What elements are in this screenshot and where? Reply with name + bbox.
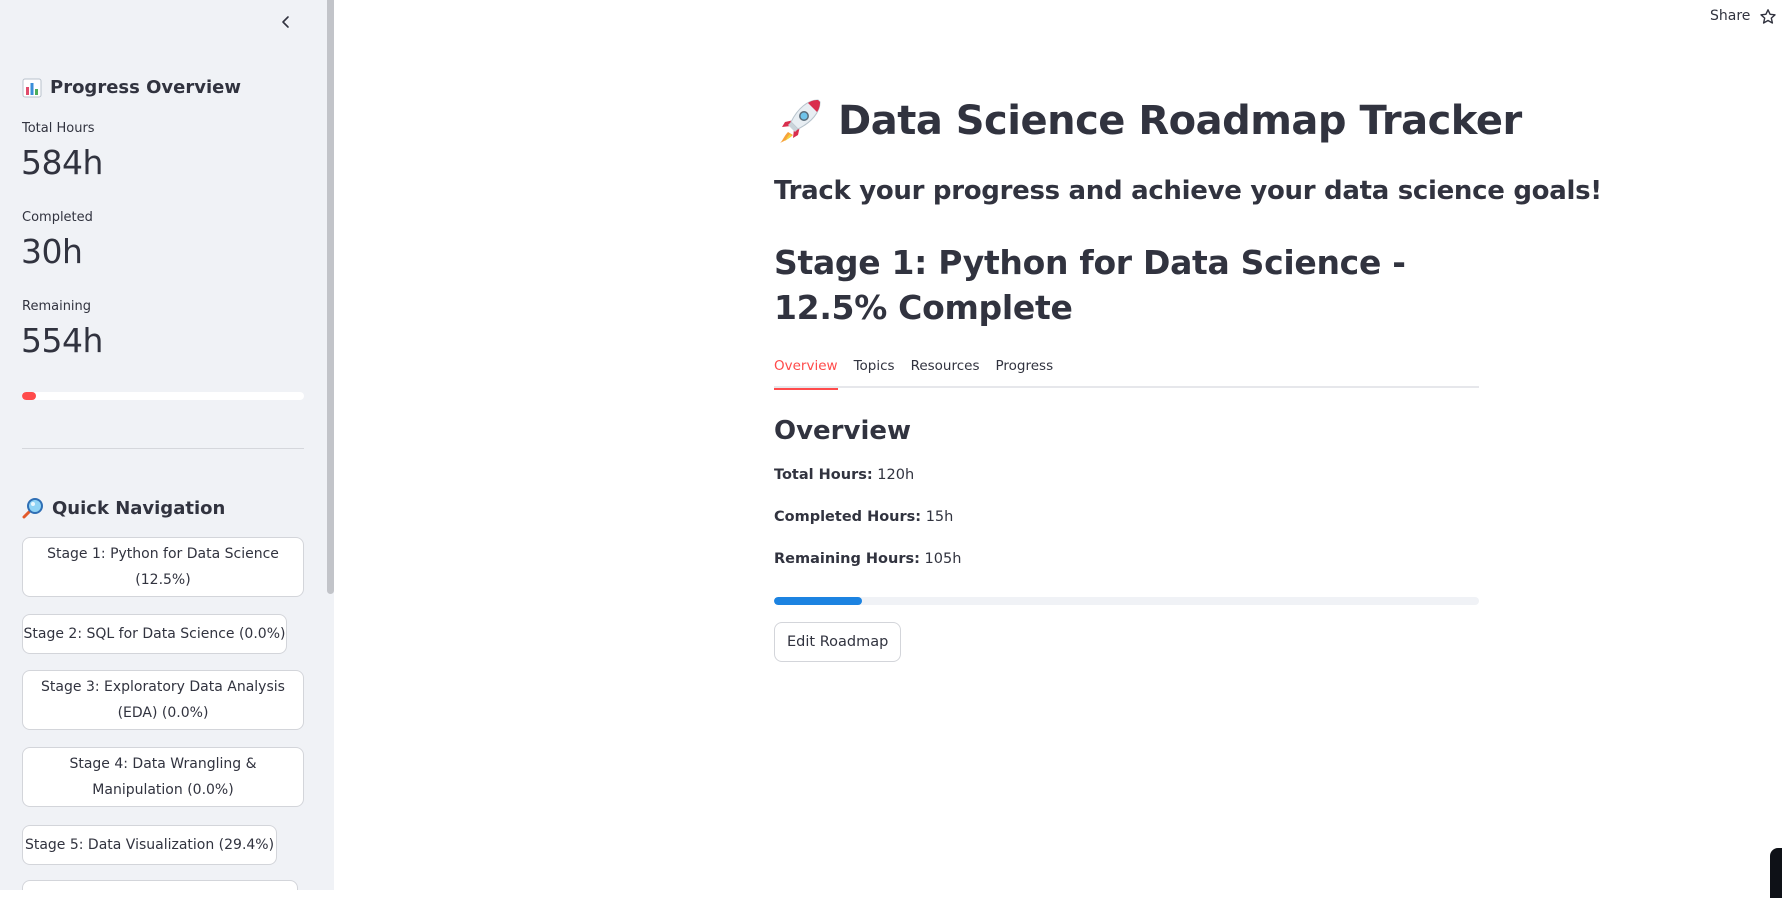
nav-stage-5-button[interactable]: Stage 5: Data Visualization (29.4%) [22, 825, 277, 865]
nav-stage-4-button[interactable]: Stage 4: Data Wrangling & Manipulation (… [22, 747, 304, 807]
metric-label-completed: Completed [22, 210, 93, 225]
page-title-text: Data Science Roadmap Tracker [838, 98, 1522, 144]
stage-tabs: Overview Topics Resources Progress [774, 348, 1479, 390]
corner-widget[interactable] [1770, 848, 1782, 898]
remaining-hours-label: Remaining Hours: [774, 551, 920, 567]
nav-stage-6-button-partial[interactable] [22, 880, 298, 890]
quick-navigation-header: Quick Navigation [22, 497, 225, 519]
metric-value-completed: 30h [21, 232, 83, 271]
metric-value-remaining: 554h [21, 321, 103, 360]
nav-stage-2-button[interactable]: Stage 2: SQL for Data Science (0.0%) [22, 614, 287, 654]
nav-stage-3-button[interactable]: Stage 3: Exploratory Data Analysis (EDA)… [22, 670, 304, 730]
collapse-sidebar-button[interactable] [274, 10, 298, 34]
tab-overview[interactable]: Overview [774, 348, 838, 390]
progress-overview-header: Progress Overview [22, 77, 241, 98]
rocket-icon [780, 99, 821, 143]
stage-heading: Stage 1: Python for Data Science - 12.5%… [774, 243, 1406, 327]
completed-hours-label: Completed Hours: [774, 509, 922, 525]
stage-progress-bar [774, 597, 1479, 605]
overall-progress-fill [22, 392, 37, 400]
metric-label-total: Total Hours [22, 121, 95, 136]
overview-heading: Overview [774, 416, 912, 446]
remaining-hours-value: 105h [924, 551, 962, 567]
tab-topics[interactable]: Topics [854, 348, 895, 388]
metric-value-total: 584h [21, 143, 103, 182]
metric-label-remaining: Remaining [22, 299, 92, 314]
edit-roadmap-button[interactable]: Edit Roadmap [774, 622, 902, 662]
nav-stage-1-button[interactable]: Stage 1: Python for Data Science (12.5%) [22, 537, 304, 597]
bar-chart-icon [22, 78, 42, 97]
tab-resources[interactable]: Resources [911, 348, 980, 388]
completed-hours-line: Completed Hours: 15h [774, 509, 953, 525]
sidebar-scrollbar[interactable] [327, 0, 334, 594]
page-subtitle: Track your progress and achieve your dat… [774, 176, 1602, 206]
total-hours-line: Total Hours: 120h [774, 467, 914, 483]
share-button[interactable]: Share [1710, 8, 1750, 24]
stage-progress-fill [774, 597, 863, 605]
magnifying-glass-icon [22, 498, 43, 519]
completed-hours-value: 15h [925, 509, 954, 525]
overall-progress-bar [22, 392, 304, 400]
chevron-left-icon [282, 16, 289, 28]
tab-progress[interactable]: Progress [996, 348, 1054, 388]
sidebar: Progress Overview Total Hours 584h Compl… [0, 0, 334, 890]
quick-navigation-title: Quick Navigation [52, 497, 226, 519]
star-icon[interactable] [1759, 8, 1777, 26]
remaining-hours-line: Remaining Hours: 105h [774, 551, 961, 567]
page-title: Data Science Roadmap Tracker [774, 96, 1522, 146]
sidebar-divider [22, 448, 304, 449]
total-hours-label: Total Hours: [774, 467, 873, 483]
progress-overview-title: Progress Overview [50, 77, 241, 98]
total-hours-value: 120h [877, 467, 915, 483]
